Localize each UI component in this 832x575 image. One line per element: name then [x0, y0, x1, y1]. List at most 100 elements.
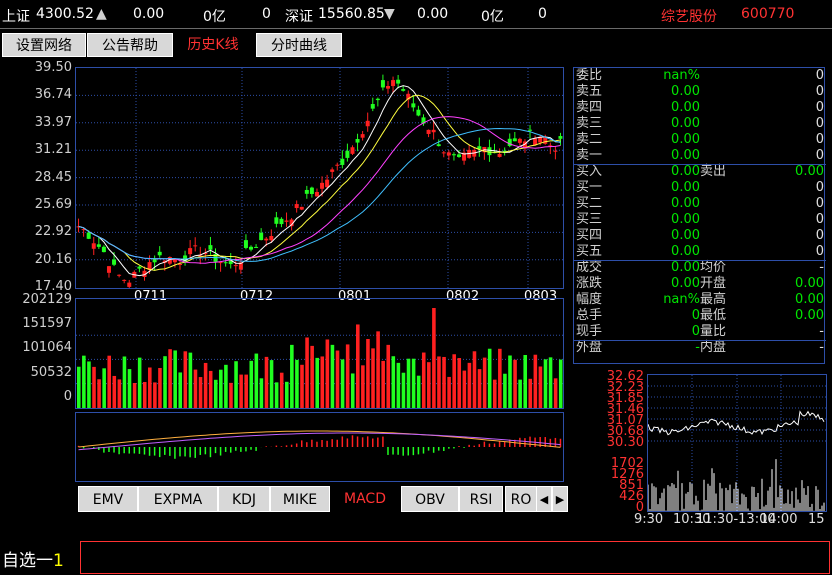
candle-body — [101, 246, 106, 253]
volume-bar — [518, 379, 522, 408]
macd-chart — [77, 430, 562, 459]
quote-value: 0.00 — [671, 196, 700, 211]
volume-bar — [300, 364, 304, 408]
volume-bar — [107, 355, 112, 408]
quote-value: nan% — [663, 292, 700, 307]
kline-chart — [76, 68, 563, 288]
volume-bar — [416, 375, 421, 408]
volume-bar — [153, 382, 157, 408]
quote-value-secondary: 0 — [815, 196, 824, 211]
sh-up-arrow-icon: ▲ — [96, 6, 107, 22]
quote-row: 委比 nan% 0 — [574, 68, 826, 84]
volume-bar — [508, 355, 512, 408]
quote-row: 卖一 0.00 0 — [574, 148, 826, 164]
candle-body — [96, 244, 101, 247]
volume-bar — [482, 357, 487, 408]
quote-value: 0.00 — [671, 132, 700, 147]
candle-body — [254, 246, 259, 248]
volume-y-tick: 101064 — [22, 340, 72, 356]
candle-body — [106, 266, 111, 273]
candle-body — [112, 259, 117, 265]
quote-row: 卖三 0.00 0 — [574, 116, 826, 132]
volume-bar — [97, 379, 101, 408]
volume-bar — [513, 359, 517, 408]
indicator-tab-obv[interactable]: OBV — [401, 486, 459, 512]
candle-body — [335, 164, 340, 166]
watchlist-input[interactable] — [80, 541, 830, 574]
quote-label: 卖四 — [576, 100, 603, 115]
volume-y-tick: 50532 — [30, 364, 72, 380]
quote-label: 卖五 — [576, 84, 603, 99]
candle-body — [411, 103, 416, 108]
volume-bar — [284, 381, 289, 408]
volume-bar — [427, 362, 431, 408]
indicator-tab-macd[interactable]: MACD — [332, 486, 398, 512]
quote-row: 买一 0.00 0 — [574, 180, 826, 196]
tab-intraday-curve[interactable]: 分时曲线 — [256, 33, 342, 57]
volume-bar — [208, 370, 213, 408]
intraday-price-tick: 30.30 — [606, 435, 644, 450]
sz-index-value: 15560.85 — [318, 6, 385, 22]
candle-body — [243, 240, 248, 248]
intraday-chart — [648, 375, 826, 511]
indicator-tab-rsi[interactable]: RSI — [459, 486, 503, 512]
indicator-tab-mike[interactable]: MIKE — [270, 486, 330, 512]
quote-value-secondary: 0 — [815, 132, 824, 147]
scroll-right-icon[interactable]: ▶ — [552, 486, 568, 512]
volume-bar — [77, 366, 81, 408]
quote-row: 买五 0.00 0 — [574, 244, 826, 260]
candle-body — [365, 120, 370, 127]
quote-label: 总手 — [576, 308, 603, 323]
quote-value-secondary: 0 — [815, 68, 824, 83]
volume-bar — [558, 359, 563, 408]
intraday-time-tick: 9:30 — [634, 512, 664, 527]
volume-bar — [279, 372, 284, 408]
candle-body — [233, 265, 238, 267]
quote-value-secondary: 0 — [815, 244, 824, 259]
volume-bar — [224, 364, 228, 408]
indicator-tab-expma[interactable]: EXPMA — [138, 486, 218, 512]
candle-body — [264, 238, 269, 241]
volume-bar — [203, 362, 208, 408]
indicator-tab-ro[interactable]: RO — [505, 486, 537, 512]
volume-bar — [472, 351, 477, 408]
quote-label: 买二 — [576, 196, 603, 211]
kline-chart-frame — [75, 67, 564, 289]
quote-label-secondary: 量比 — [700, 324, 727, 339]
tab-history-kline[interactable]: 历史K线 — [174, 33, 252, 57]
volume-bar — [498, 348, 502, 408]
quote-value: 0.00 — [671, 212, 700, 227]
candle-body — [91, 243, 96, 249]
scroll-left-icon[interactable]: ◀ — [536, 486, 552, 512]
volume-bar — [117, 379, 122, 408]
tab-network-settings[interactable]: 设置网络 — [2, 33, 86, 57]
candle-body — [396, 79, 401, 84]
intraday-time-tick: 15 — [808, 512, 825, 527]
quote-value-secondary: - — [819, 324, 824, 339]
sz-change: 0.00 — [417, 6, 449, 22]
tab-announcement-help[interactable]: 公告帮助 — [87, 33, 173, 57]
candle-body — [223, 262, 228, 264]
volume-bar — [269, 360, 274, 408]
sz-index-name: 深证 — [285, 9, 313, 25]
quote-label-secondary: 均价 — [700, 260, 727, 275]
watchlist-number: 1 — [53, 551, 64, 571]
quote-row: 成交 0.00 均价 - — [574, 260, 826, 276]
indicator-tab-emv[interactable]: EMV — [78, 486, 138, 512]
quote-label: 卖三 — [576, 116, 603, 131]
quote-value: 0 — [691, 308, 700, 323]
volume-bar — [356, 324, 360, 408]
quote-value-secondary: 0.00 — [795, 164, 824, 179]
kline-y-tick: 39.50 — [34, 60, 72, 75]
quote-value-secondary: 0 — [815, 180, 824, 195]
indicator-tab-kdj[interactable]: KDJ — [218, 486, 270, 512]
volume-bar — [168, 349, 172, 408]
candle-body — [340, 158, 345, 165]
volume-bar — [457, 358, 462, 408]
candle-body — [279, 218, 284, 225]
volume-bar — [325, 339, 330, 408]
intraday-time-tick: 14:00 — [760, 512, 798, 527]
quote-value: - — [695, 340, 700, 355]
quote-row: 卖四 0.00 0 — [574, 100, 826, 116]
quote-label: 买三 — [576, 212, 603, 227]
